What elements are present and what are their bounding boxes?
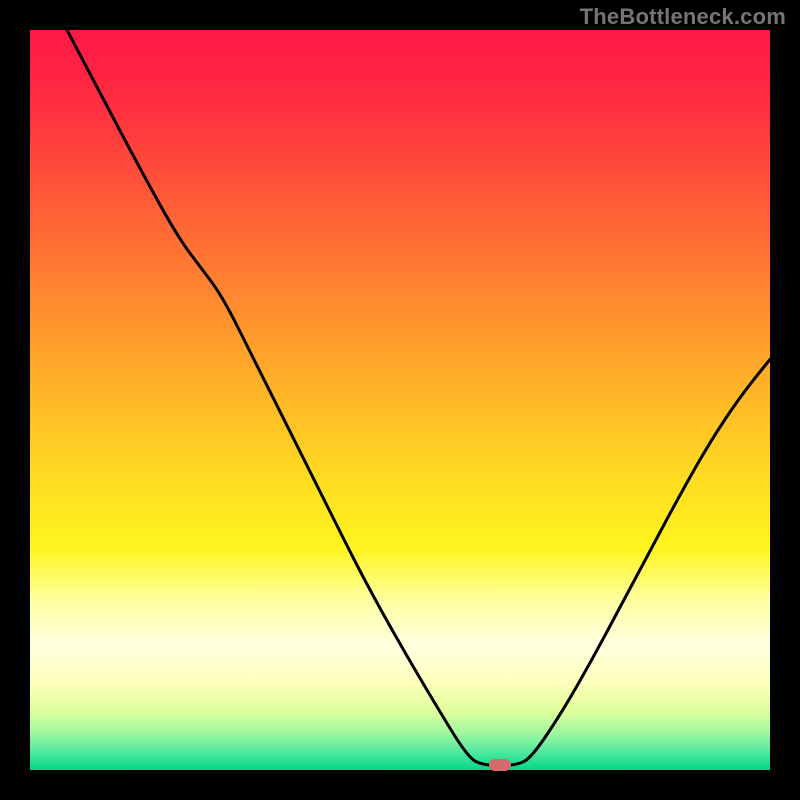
gradient-background — [30, 30, 770, 770]
plot-area — [30, 30, 770, 770]
watermark-text: TheBottleneck.com — [580, 4, 786, 30]
optimal-point-marker — [489, 759, 511, 771]
chart-container: TheBottleneck.com — [0, 0, 800, 800]
